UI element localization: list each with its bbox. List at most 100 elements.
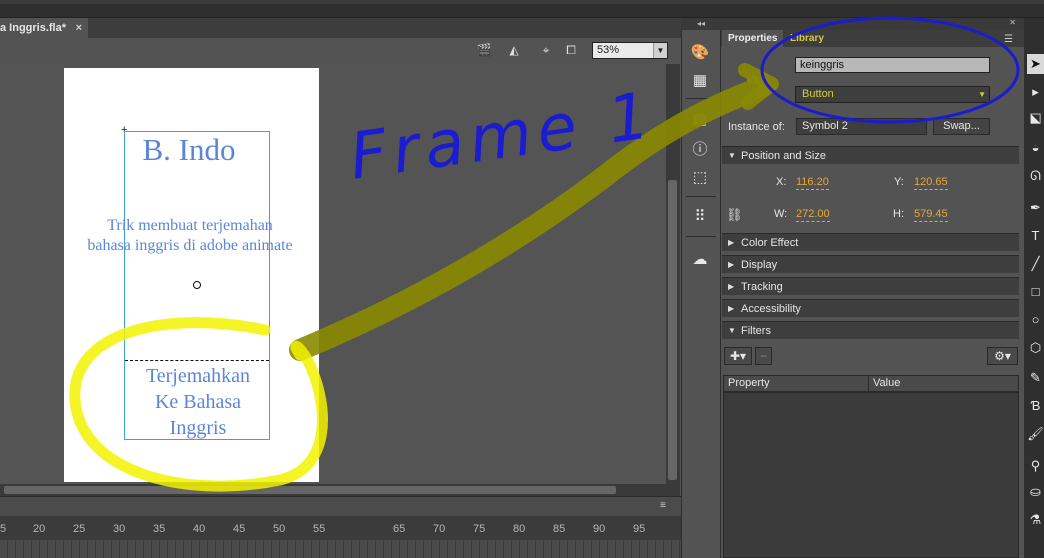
text-tool-icon[interactable]: T: [1027, 226, 1044, 246]
polystar-tool-icon[interactable]: ⬡: [1027, 338, 1044, 358]
timeline-tick-label: 85: [553, 523, 566, 535]
grid-icon[interactable]: ▦: [689, 71, 711, 91]
y-value[interactable]: 120.65: [914, 176, 948, 190]
button-line1: Terjemahkan: [145, 365, 251, 387]
chevron-right-icon: ▶: [728, 304, 735, 313]
chevron-down-icon: ▼: [728, 151, 736, 160]
section-filters-label: Filters: [741, 325, 771, 337]
paint-brush-tool-icon[interactable]: 🖌: [1027, 424, 1044, 444]
brush-tool-icon[interactable]: Ɓ: [1027, 396, 1044, 416]
free-transform-tool-icon[interactable]: ⬕: [1027, 108, 1044, 128]
button-line2: Ke Bahasa: [154, 391, 242, 413]
timeline-tick-label: 50: [273, 523, 286, 535]
section-accessibility[interactable]: ▶ Accessibility: [722, 299, 1019, 317]
filter-options-gear-icon[interactable]: ⚙▾: [987, 347, 1018, 365]
timeline-tick-label: 25: [73, 523, 86, 535]
oval-tool-icon[interactable]: ○: [1027, 310, 1044, 330]
section-display[interactable]: ▶ Display: [722, 255, 1019, 273]
app-window: a Inggris.fla* × 🎬 ◭ ⌖ ⧠ 53% ▼ + B. Indo…: [0, 0, 1044, 558]
instance-of-label: Instance of:: [728, 121, 785, 133]
3d-rotation-tool-icon[interactable]: ◒: [1027, 138, 1044, 158]
filter-table-header: Property Value: [723, 375, 1019, 392]
remove-filter-button[interactable]: −: [755, 347, 772, 365]
swap-button[interactable]: Swap...: [933, 118, 990, 135]
add-filter-button[interactable]: ✚▾: [724, 347, 752, 365]
button-line3: Inggris: [169, 417, 227, 439]
pencil-tool-icon[interactable]: ✎: [1027, 368, 1044, 388]
tab-library[interactable]: Library: [784, 30, 830, 47]
timeline-tick-label: 40: [193, 523, 206, 535]
panel-menu-icon[interactable]: ☰: [1004, 34, 1013, 45]
creative-cloud-icon[interactable]: ☁: [689, 250, 711, 270]
x-label: X:: [776, 176, 787, 188]
selection-tool-icon[interactable]: ➤: [1027, 54, 1044, 74]
zoom-select[interactable]: 53% ▼: [592, 42, 668, 59]
section-filters[interactable]: ▼ Filters: [722, 321, 1019, 339]
pen-tool-icon[interactable]: ✒: [1027, 198, 1044, 218]
chevron-right-icon: ▶: [728, 260, 735, 269]
components-icon[interactable]: ⠿: [689, 207, 711, 227]
hit-area-line: [125, 360, 269, 361]
timeline-tick-label: 55: [313, 523, 326, 535]
translate-button-text[interactable]: Terjemahkan Ke Bahasa Inggris: [124, 363, 272, 441]
section-position-label: Position and Size: [741, 150, 826, 162]
section-accessibility-label: Accessibility: [741, 303, 801, 315]
document-tab[interactable]: a Inggris.fla* ×: [0, 18, 88, 38]
clapper-icon[interactable]: 🎬: [476, 43, 492, 57]
timeline-tick-label: 75: [473, 523, 486, 535]
snap-icon[interactable]: ⌖: [538, 43, 554, 57]
rectangle-tool-icon[interactable]: □: [1027, 282, 1044, 302]
lasso-tool-icon[interactable]: ᘏ: [1027, 166, 1044, 186]
chevron-down-icon: ▼: [978, 90, 986, 99]
properties-panel-header: ✕: [721, 18, 1024, 30]
section-position-size[interactable]: ▼ Position and Size: [722, 146, 1019, 164]
align-icon[interactable]: ▤: [689, 110, 711, 130]
registration-point[interactable]: [193, 281, 201, 289]
symbol-icon[interactable]: ◭: [506, 43, 522, 57]
subselection-tool-icon[interactable]: ▸: [1027, 82, 1044, 102]
h-value[interactable]: 579.45: [914, 208, 948, 222]
document-tab-bar: a Inggris.fla* ×: [0, 18, 681, 38]
section-tracking[interactable]: ▶ Tracking: [722, 277, 1019, 295]
tab-properties[interactable]: Properties: [722, 30, 784, 47]
line-tool-icon[interactable]: ╱: [1027, 254, 1044, 274]
x-value[interactable]: 116.20: [796, 176, 829, 190]
timeline-tick-label: 20: [33, 523, 46, 535]
timeline-menu-icon[interactable]: ≡: [660, 500, 666, 511]
timeline-tick-label: 35: [153, 523, 166, 535]
y-label: Y:: [894, 176, 904, 188]
filter-col-property: Property: [728, 377, 770, 389]
menu-strip: [0, 0, 1044, 18]
info-icon[interactable]: ⓘ: [689, 140, 711, 160]
instance-name-input[interactable]: keinggris: [795, 57, 990, 73]
stage-subtitle-line2: bahasa inggris di adobe animate: [87, 237, 293, 254]
eyedropper-tool-icon[interactable]: ⚗: [1027, 510, 1044, 530]
stage-subtitle-line1: Trik membuat terjemahan: [107, 217, 273, 234]
section-color-effect[interactable]: ▶ Color Effect: [722, 233, 1019, 251]
timeline-frames[interactable]: [0, 540, 681, 558]
section-display-label: Display: [741, 259, 778, 271]
symbol-type-select[interactable]: Button ▼: [795, 86, 990, 103]
transform-icon[interactable]: ⬚: [689, 168, 711, 188]
close-tab-icon[interactable]: ×: [76, 18, 82, 38]
w-label: W:: [774, 208, 788, 220]
filter-table-body[interactable]: [723, 392, 1019, 558]
section-tracking-label: Tracking: [741, 281, 783, 293]
vertical-scroll-thumb[interactable]: [668, 180, 677, 480]
horizontal-scroll-thumb[interactable]: [4, 486, 616, 494]
timeline-tick-label: 95: [633, 523, 646, 535]
chevron-right-icon: ▶: [728, 282, 735, 291]
stage-heading: B. Indo: [142, 132, 236, 167]
bone-tool-icon[interactable]: ⚲: [1027, 456, 1044, 476]
clip-icon[interactable]: ⧠: [563, 43, 579, 57]
panel-dock: [681, 18, 721, 558]
link-icon[interactable]: ⛓: [726, 207, 743, 223]
bucket-tool-icon[interactable]: ⛀: [1027, 482, 1044, 502]
close-panel-icon[interactable]: ✕: [1009, 18, 1016, 27]
document-tab-title: a Inggris.fla*: [0, 22, 67, 34]
w-value[interactable]: 272.00: [796, 208, 830, 222]
palette-icon[interactable]: 🎨: [689, 43, 711, 63]
chevron-down-icon: ▼: [728, 326, 736, 335]
timeline-tick-label: 90: [593, 523, 606, 535]
collapse-dock-icon[interactable]: ◂◂: [681, 18, 721, 30]
